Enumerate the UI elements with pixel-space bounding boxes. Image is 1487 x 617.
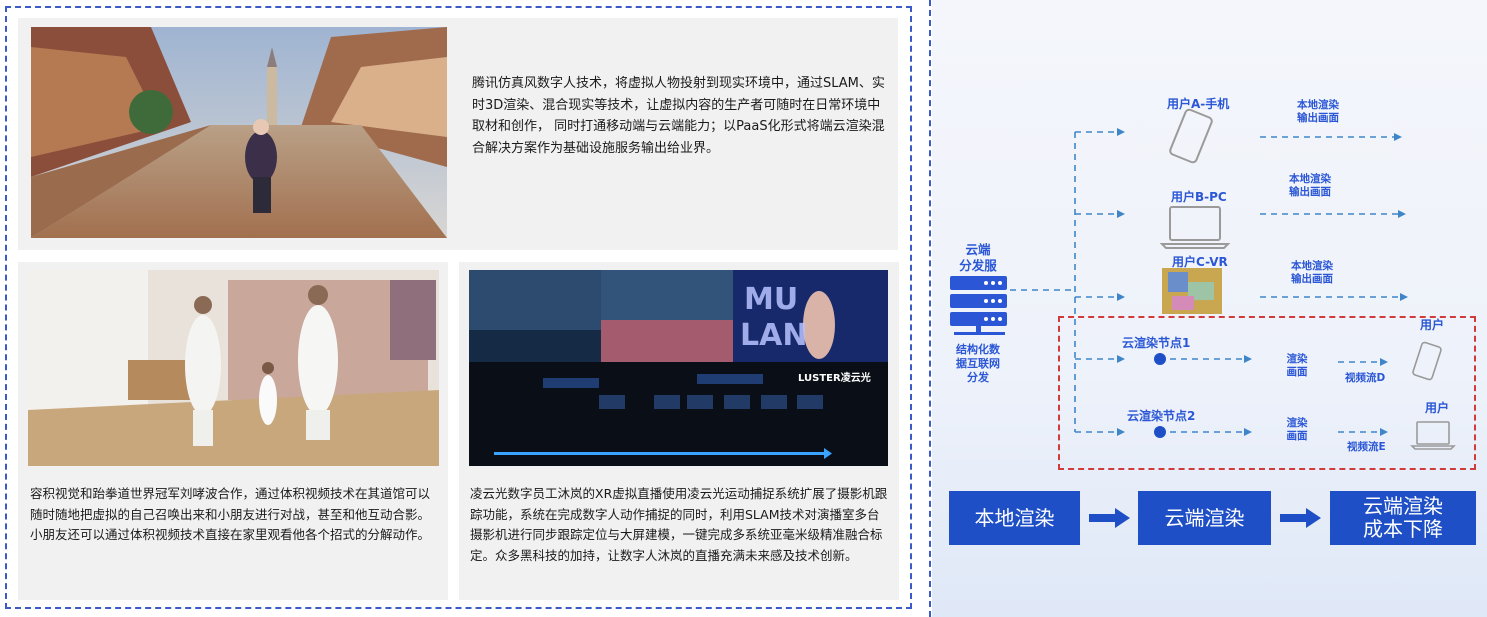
street-photo — [31, 27, 447, 238]
top-caption: 腾讯仿真风数字人技术，将虚拟人物投射到现实环境中，通过SLAM、实时3D渲染、混… — [472, 76, 885, 156]
cloud-user-2-label: 用户 — [1425, 401, 1450, 415]
mulan-word-2: LAN — [740, 318, 808, 353]
user-c-label: 用户C-VR — [1172, 255, 1228, 269]
section-divider — [929, 0, 931, 617]
xr-studio-photo — [469, 270, 888, 466]
flow-arrow-1 — [1089, 508, 1130, 528]
user-a-label: 用户A-手机 — [1167, 97, 1230, 111]
user-c-render-label: 本地渲染 输出画面 — [1291, 260, 1333, 285]
cloud-node-1-label: 云渲染节点1 — [1122, 336, 1191, 350]
cloud-user-1-label: 用户 — [1420, 318, 1445, 332]
page: 腾讯仿真风数字人技术，将虚拟人物投射到现实环境中，通过SLAM、实时3D渲染、混… — [0, 0, 1487, 617]
vr-headset-icon — [1162, 268, 1222, 314]
server-title: 云端 分发服 — [959, 242, 997, 273]
user-a-render-label: 本地渲染 输出画面 — [1297, 99, 1339, 124]
taekwondo-photo — [28, 270, 439, 466]
phone-icon — [1169, 108, 1213, 164]
laptop-icon — [1159, 206, 1231, 249]
mulan-word-1: MU — [744, 282, 799, 317]
luster-logo: LUSTER凌云光 — [798, 373, 871, 384]
video-stream-d: 视频流D — [1345, 372, 1386, 384]
user-b-render-label: 本地渲染 输出画面 — [1289, 173, 1331, 198]
flow-cost-reduction: 云端渲染 成本下降 — [1330, 491, 1476, 545]
cloud-node-2-label: 云渲染节点2 — [1127, 409, 1196, 423]
user-b-label: 用户B-PC — [1171, 190, 1227, 204]
server-icon — [950, 276, 1007, 335]
video-stream-e: 视频流E — [1347, 441, 1386, 453]
bottom-right-caption: 凌云光数字员工沐岚的XR虚拟直播使用凌云光运动捕捉系统扩展了摄影机跟踪功能，系统… — [470, 486, 888, 563]
cloud-node-2-render: 渲染 画面 — [1286, 417, 1308, 442]
flow-arrow-2 — [1280, 508, 1321, 528]
bottom-left-caption: 容积视觉和跆拳道世界冠军刘哮波合作，通过体积视频技术在其道馆可以随时随地把虚拟的… — [30, 486, 431, 542]
cloud-render-box — [1058, 316, 1476, 470]
flow-local-render: 本地渲染 — [949, 491, 1080, 545]
server-caption: 结构化数 据互联网 分发 — [956, 343, 1000, 384]
cloud-node-1-render: 渲染 画面 — [1286, 353, 1308, 378]
flow-cloud-render: 云端渲染 — [1138, 491, 1271, 545]
